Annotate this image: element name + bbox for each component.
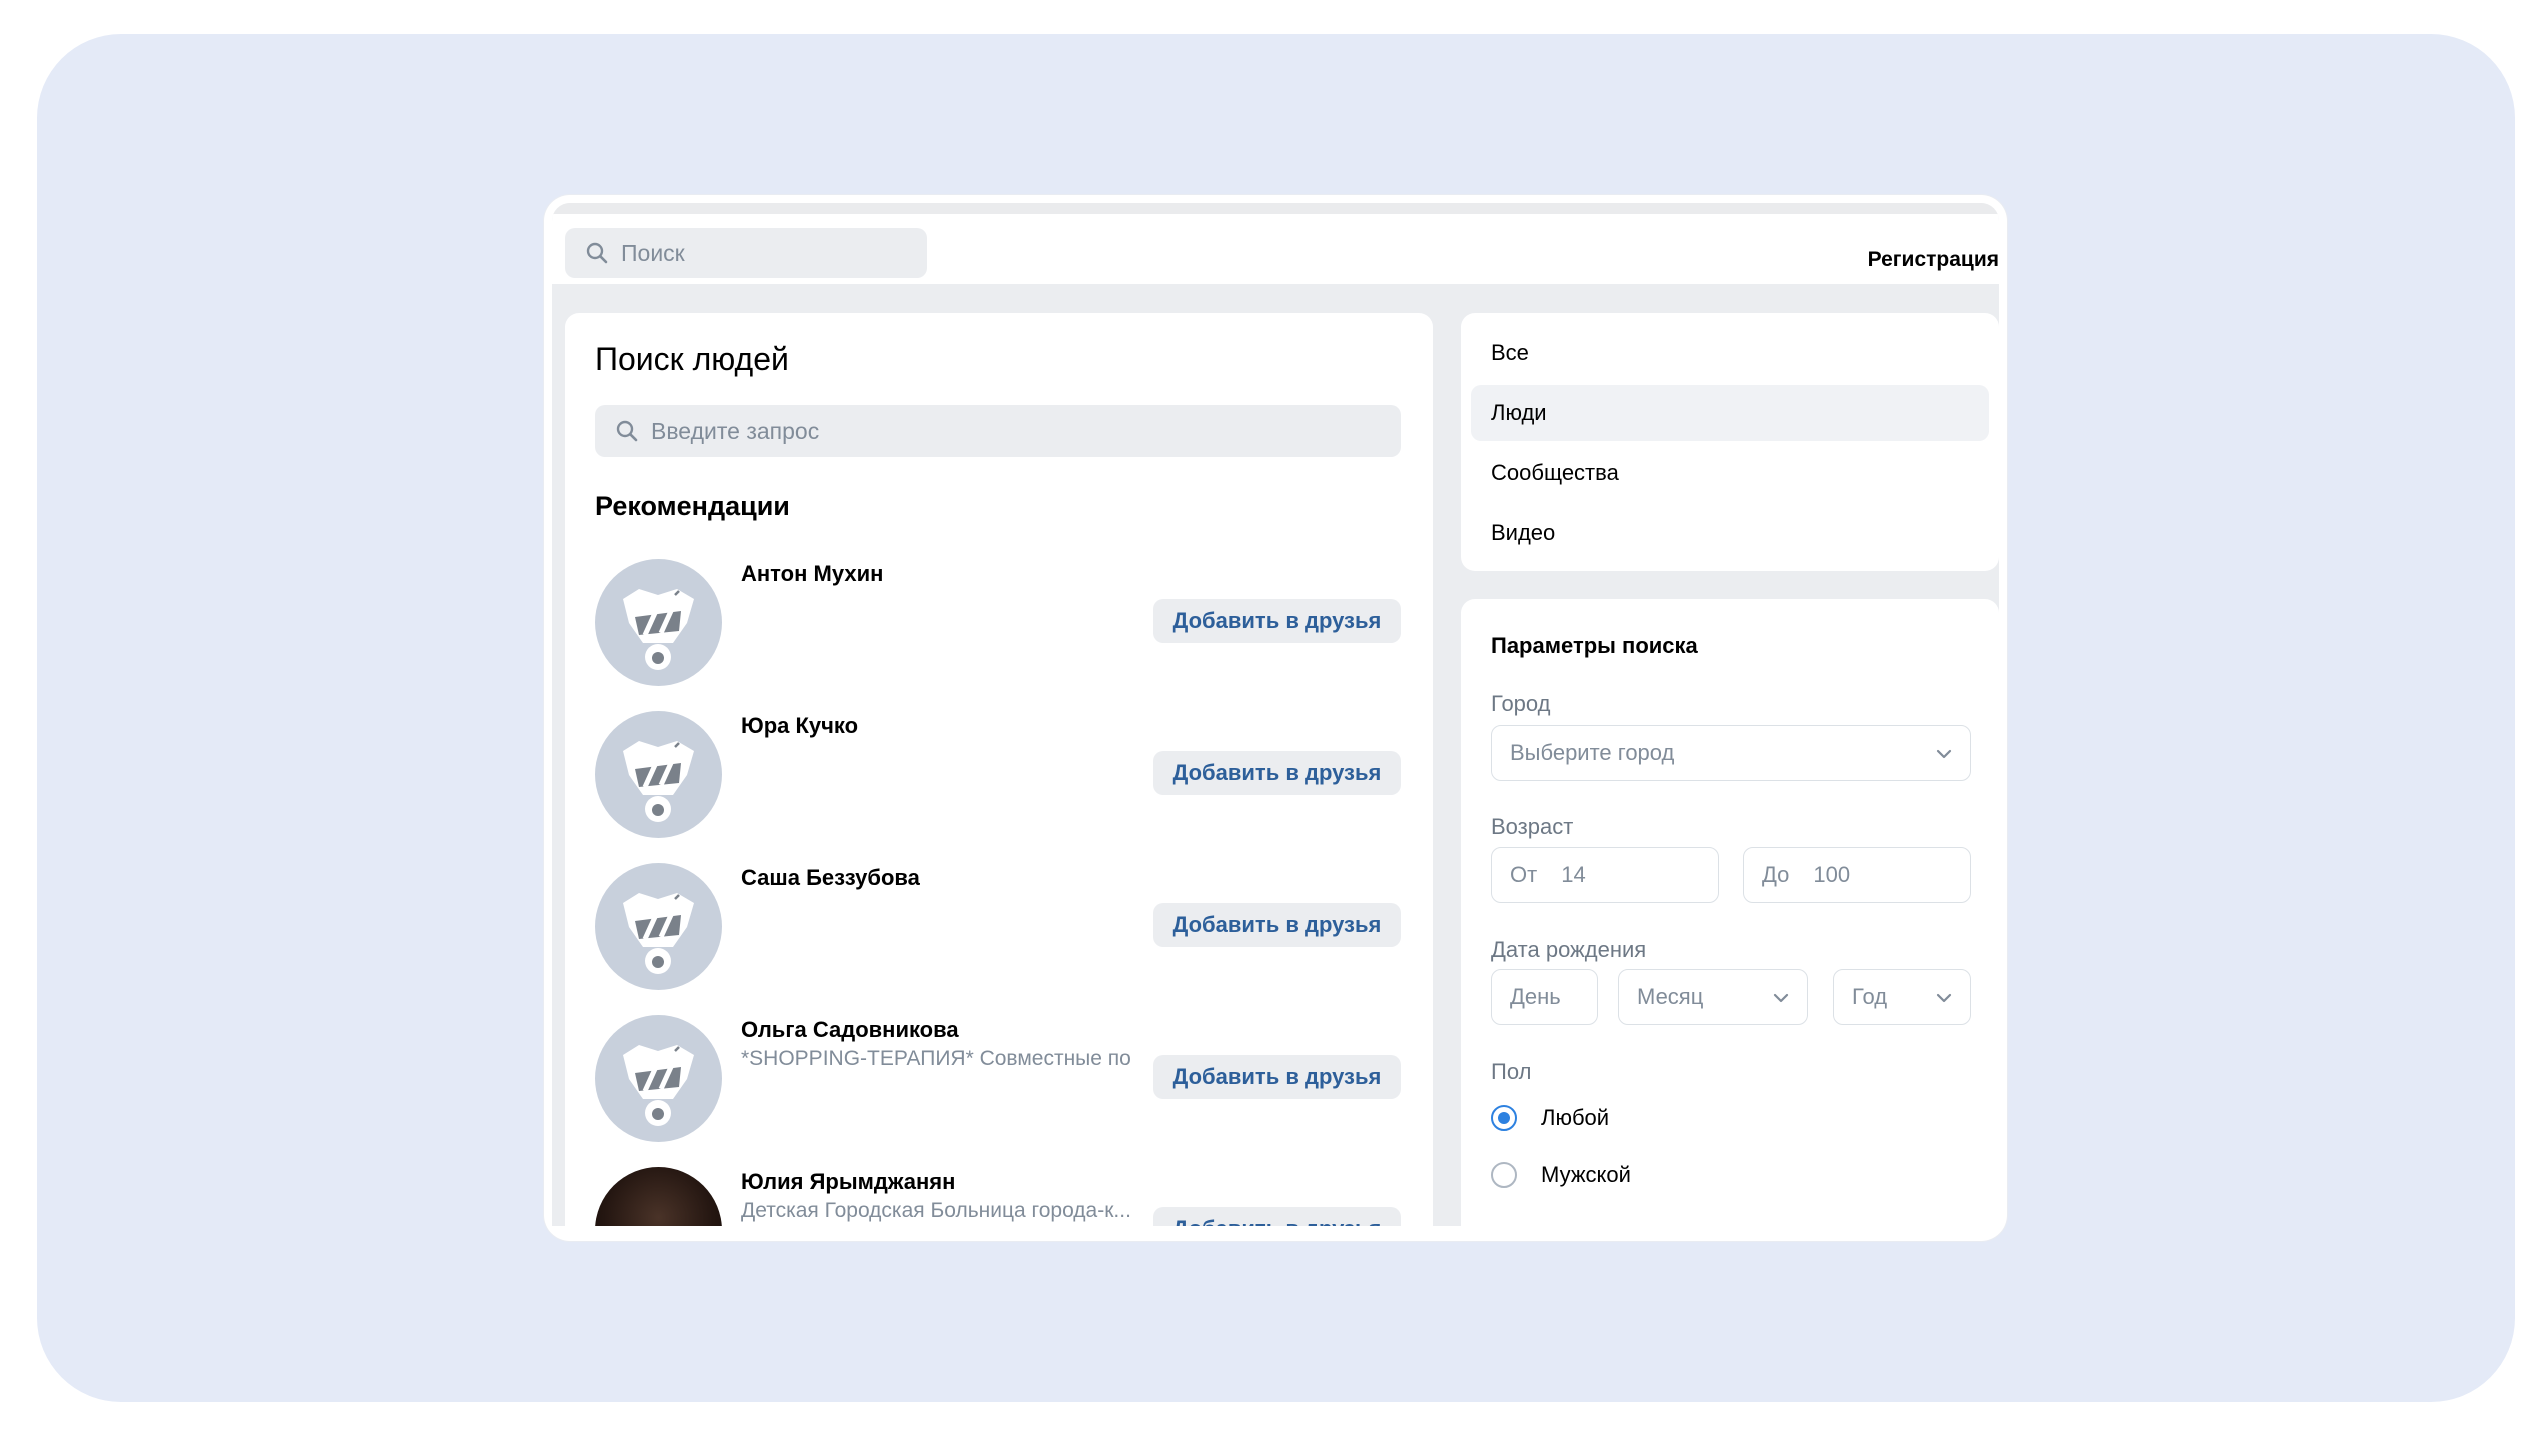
- search-category-nav: Все Люди Сообщества Видео: [1461, 313, 1999, 571]
- header-search-placeholder: Поиск: [621, 239, 685, 266]
- search-icon: [616, 420, 638, 442]
- search-icon: [586, 242, 608, 264]
- list-item: Юра Кучко Добавить в друзья: [595, 711, 1401, 841]
- default-avatar-icon: [623, 589, 694, 670]
- city-label: Город: [1491, 691, 1551, 716]
- people-search-card: Поиск людей Введите запрос Рекомендации: [565, 313, 1433, 1226]
- nav-item-label: Сообщества: [1491, 460, 1619, 485]
- params-title: Параметры поиска: [1491, 633, 1698, 658]
- chevron-down-icon: [1773, 993, 1789, 1003]
- gender-label: Пол: [1491, 1059, 1532, 1084]
- person-name[interactable]: Саша Беззубова: [741, 865, 920, 891]
- chevron-down-icon: [1936, 993, 1952, 1003]
- chevron-down-icon: [1936, 749, 1952, 759]
- birth-date-label: Дата рождения: [1491, 937, 1647, 962]
- gender-option-male[interactable]: Мужской: [1491, 1162, 1631, 1188]
- search-params-card: Параметры поиска Город Выберите город Во…: [1461, 599, 1999, 1226]
- person-description: Детская Городская Больница города-к...: [741, 1199, 1131, 1222]
- top-strip: [552, 203, 1999, 214]
- age-to-value: 100: [1813, 862, 1851, 887]
- query-placeholder: Введите запрос: [651, 417, 820, 444]
- nav-item-video[interactable]: Видео: [1471, 505, 1989, 561]
- birth-month-select[interactable]: Месяц: [1618, 969, 1808, 1025]
- person-name[interactable]: Юра Кучко: [741, 713, 858, 739]
- list-item: Юлия Ярымджанян Детская Городская Больни…: [595, 1167, 1401, 1226]
- default-avatar-icon: [623, 1045, 694, 1126]
- page-viewport: Поиск Регистрация Поиск людей Введите за…: [552, 203, 1999, 1226]
- add-friend-button[interactable]: Добавить в друзья: [1153, 751, 1401, 795]
- person-name[interactable]: Антон Мухин: [741, 561, 883, 587]
- add-friend-button[interactable]: Добавить в друзья: [1153, 903, 1401, 947]
- year-placeholder: Год: [1852, 984, 1888, 1009]
- register-link[interactable]: Регистрация: [1868, 248, 1999, 272]
- gender-option-label: Любой: [1541, 1105, 1610, 1130]
- nav-item-label: Видео: [1491, 520, 1556, 545]
- recommendations-title: Рекомендации: [595, 491, 790, 521]
- add-friend-button[interactable]: Добавить в друзья: [1153, 1207, 1401, 1226]
- nav-item-all[interactable]: Все: [1471, 325, 1989, 381]
- month-placeholder: Месяц: [1637, 984, 1704, 1009]
- age-from-field[interactable]: От 14: [1491, 847, 1719, 903]
- person-name[interactable]: Юлия Ярымджанян: [741, 1169, 955, 1195]
- birth-day-select[interactable]: День: [1491, 969, 1598, 1025]
- age-to-prefix: До: [1762, 862, 1790, 887]
- nav-item-communities[interactable]: Сообщества: [1471, 445, 1989, 501]
- add-friend-button[interactable]: Добавить в друзья: [1153, 599, 1401, 643]
- age-label: Возраст: [1491, 814, 1574, 839]
- avatar[interactable]: [595, 711, 722, 838]
- avatar[interactable]: [595, 863, 722, 990]
- default-avatar-icon: [623, 741, 694, 822]
- list-item: Антон Мухин Добавить в друзья: [595, 559, 1401, 689]
- gender-option-any[interactable]: Любой: [1491, 1105, 1609, 1131]
- header-search-input[interactable]: Поиск: [565, 228, 927, 278]
- city-select[interactable]: Выберите город: [1491, 725, 1971, 781]
- avatar[interactable]: [595, 1015, 722, 1142]
- avatar-photo[interactable]: [595, 1167, 722, 1226]
- age-from-value: 14: [1561, 862, 1586, 887]
- header: Поиск Регистрация: [552, 214, 1999, 284]
- avatar[interactable]: [595, 559, 722, 686]
- nav-item-label: Все: [1491, 340, 1529, 365]
- add-friend-button[interactable]: Добавить в друзья: [1153, 1055, 1401, 1099]
- nav-item-people[interactable]: Люди: [1471, 385, 1989, 441]
- person-name[interactable]: Ольга Садовникова: [741, 1017, 959, 1043]
- city-placeholder: Выберите город: [1510, 740, 1675, 765]
- nav-item-label: Люди: [1491, 400, 1547, 425]
- age-to-field[interactable]: До 100: [1743, 847, 1971, 903]
- browser-frame: Поиск Регистрация Поиск людей Введите за…: [544, 195, 2007, 1241]
- gender-option-label: Мужской: [1541, 1162, 1631, 1187]
- person-description: *SHOPPING-ТЕРАПИЯ* Совместные по...: [741, 1047, 1131, 1070]
- birth-year-select[interactable]: Год: [1833, 969, 1971, 1025]
- list-item: Саша Беззубова Добавить в друзья: [595, 863, 1401, 993]
- radio-button-selected[interactable]: [1491, 1105, 1517, 1131]
- age-from-prefix: От: [1510, 862, 1538, 887]
- radio-button[interactable]: [1491, 1162, 1517, 1188]
- list-item: Ольга Садовникова *SHOPPING-ТЕРАПИЯ* Сов…: [595, 1015, 1401, 1145]
- day-placeholder: День: [1510, 984, 1561, 1009]
- query-search-input[interactable]: Введите запрос: [595, 405, 1401, 457]
- default-avatar-icon: [623, 893, 694, 974]
- page-title: Поиск людей: [595, 341, 789, 377]
